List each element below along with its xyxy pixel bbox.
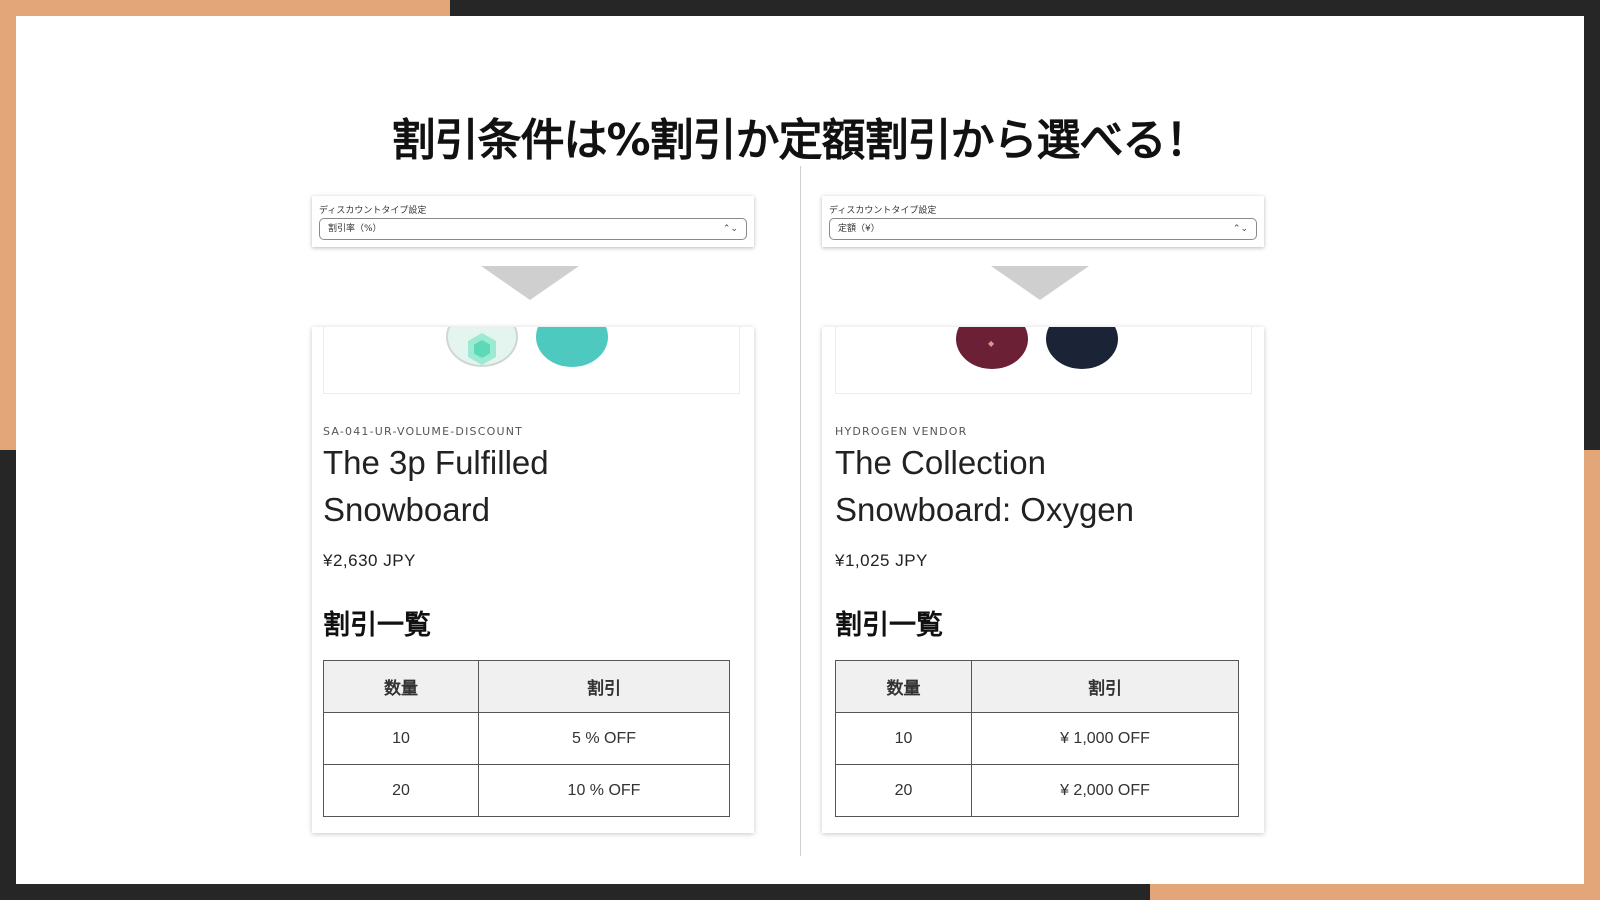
product-title[interactable]: The Collection Snowboard: Oxygen xyxy=(835,439,1165,533)
discount-list-title: 割引一覧 xyxy=(323,610,431,641)
logo-icon: ◆ xyxy=(988,339,995,348)
arrow-down-icon xyxy=(991,266,1089,300)
setting-label: ディスカウントタイプ設定 xyxy=(319,206,427,216)
discount-type-setting-right: ディスカウントタイプ設定 定額（¥） ⌃⌄ xyxy=(822,196,1264,247)
slide-title: 割引条件は%割引か定額割引から選べる！ xyxy=(391,115,1209,166)
column-header-discount: 割引 xyxy=(971,660,1239,713)
discount-type-select[interactable]: 定額（¥） ⌃⌄ xyxy=(829,218,1257,240)
board-image-2 xyxy=(536,327,608,367)
product-price: ¥2,630 JPY xyxy=(323,551,416,570)
product-vendor: SA-041-UR-VOLUME-DISCOUNT xyxy=(323,425,524,438)
board-image-1: ◆ xyxy=(956,327,1028,369)
board-image-1 xyxy=(446,327,518,367)
product-vendor: HYDROGEN VENDOR xyxy=(835,425,968,438)
discount-type-select[interactable]: 割引率（%） ⌃⌄ xyxy=(319,218,747,240)
select-value: 定額（¥） xyxy=(838,224,880,234)
quantity-cell: 10 xyxy=(323,712,479,765)
quantity-cell: 20 xyxy=(323,764,479,817)
product-preview-right: ◆ HYDROGEN VENDOR The Collection Snowboa… xyxy=(822,327,1264,833)
column-header-quantity: 数量 xyxy=(323,660,479,713)
setting-label: ディスカウントタイプ設定 xyxy=(829,206,937,216)
product-title[interactable]: The 3p Fulfilled Snowboard xyxy=(323,439,723,533)
select-value: 割引率（%） xyxy=(328,224,382,234)
product-preview-left: SA-041-UR-VOLUME-DISCOUNT The 3p Fulfill… xyxy=(312,327,754,833)
table-row: 10 ¥ 1,000 OFF xyxy=(835,712,1239,765)
slide: 割引条件は%割引か定額割引から選べる！ ディスカウントタイプ設定 割引率（%） … xyxy=(16,16,1584,884)
discount-table: 数量 割引 10 5 % OFF 20 10 % OFF xyxy=(323,660,730,817)
product-price: ¥1,025 JPY xyxy=(835,551,928,570)
table-row: 20 ¥ 2,000 OFF xyxy=(835,764,1239,817)
arrow-down-icon xyxy=(481,266,579,300)
quantity-cell: 10 xyxy=(835,712,972,765)
column-header-quantity: 数量 xyxy=(835,660,972,713)
column-divider xyxy=(800,166,801,856)
discount-cell: 10 % OFF xyxy=(478,764,730,817)
discount-cell: ¥ 1,000 OFF xyxy=(971,712,1239,765)
select-chevron-icon: ⌃⌄ xyxy=(1232,224,1248,234)
column-header-discount: 割引 xyxy=(478,660,730,713)
product-image: ◆ xyxy=(835,327,1252,394)
table-header-row: 数量 割引 xyxy=(323,660,730,713)
discount-cell: ¥ 2,000 OFF xyxy=(971,764,1239,817)
board-image-2 xyxy=(1046,327,1118,369)
hexagon-icon xyxy=(468,333,496,365)
discount-list-title: 割引一覧 xyxy=(835,610,943,641)
table-row: 10 5 % OFF xyxy=(323,712,730,765)
table-row: 20 10 % OFF xyxy=(323,764,730,817)
select-chevron-icon: ⌃⌄ xyxy=(722,224,738,234)
discount-cell: 5 % OFF xyxy=(478,712,730,765)
product-image xyxy=(323,327,740,394)
quantity-cell: 20 xyxy=(835,764,972,817)
table-header-row: 数量 割引 xyxy=(835,660,1239,713)
discount-type-setting-left: ディスカウントタイプ設定 割引率（%） ⌃⌄ xyxy=(312,196,754,247)
discount-table: 数量 割引 10 ¥ 1,000 OFF 20 ¥ 2,000 OFF xyxy=(835,660,1239,817)
